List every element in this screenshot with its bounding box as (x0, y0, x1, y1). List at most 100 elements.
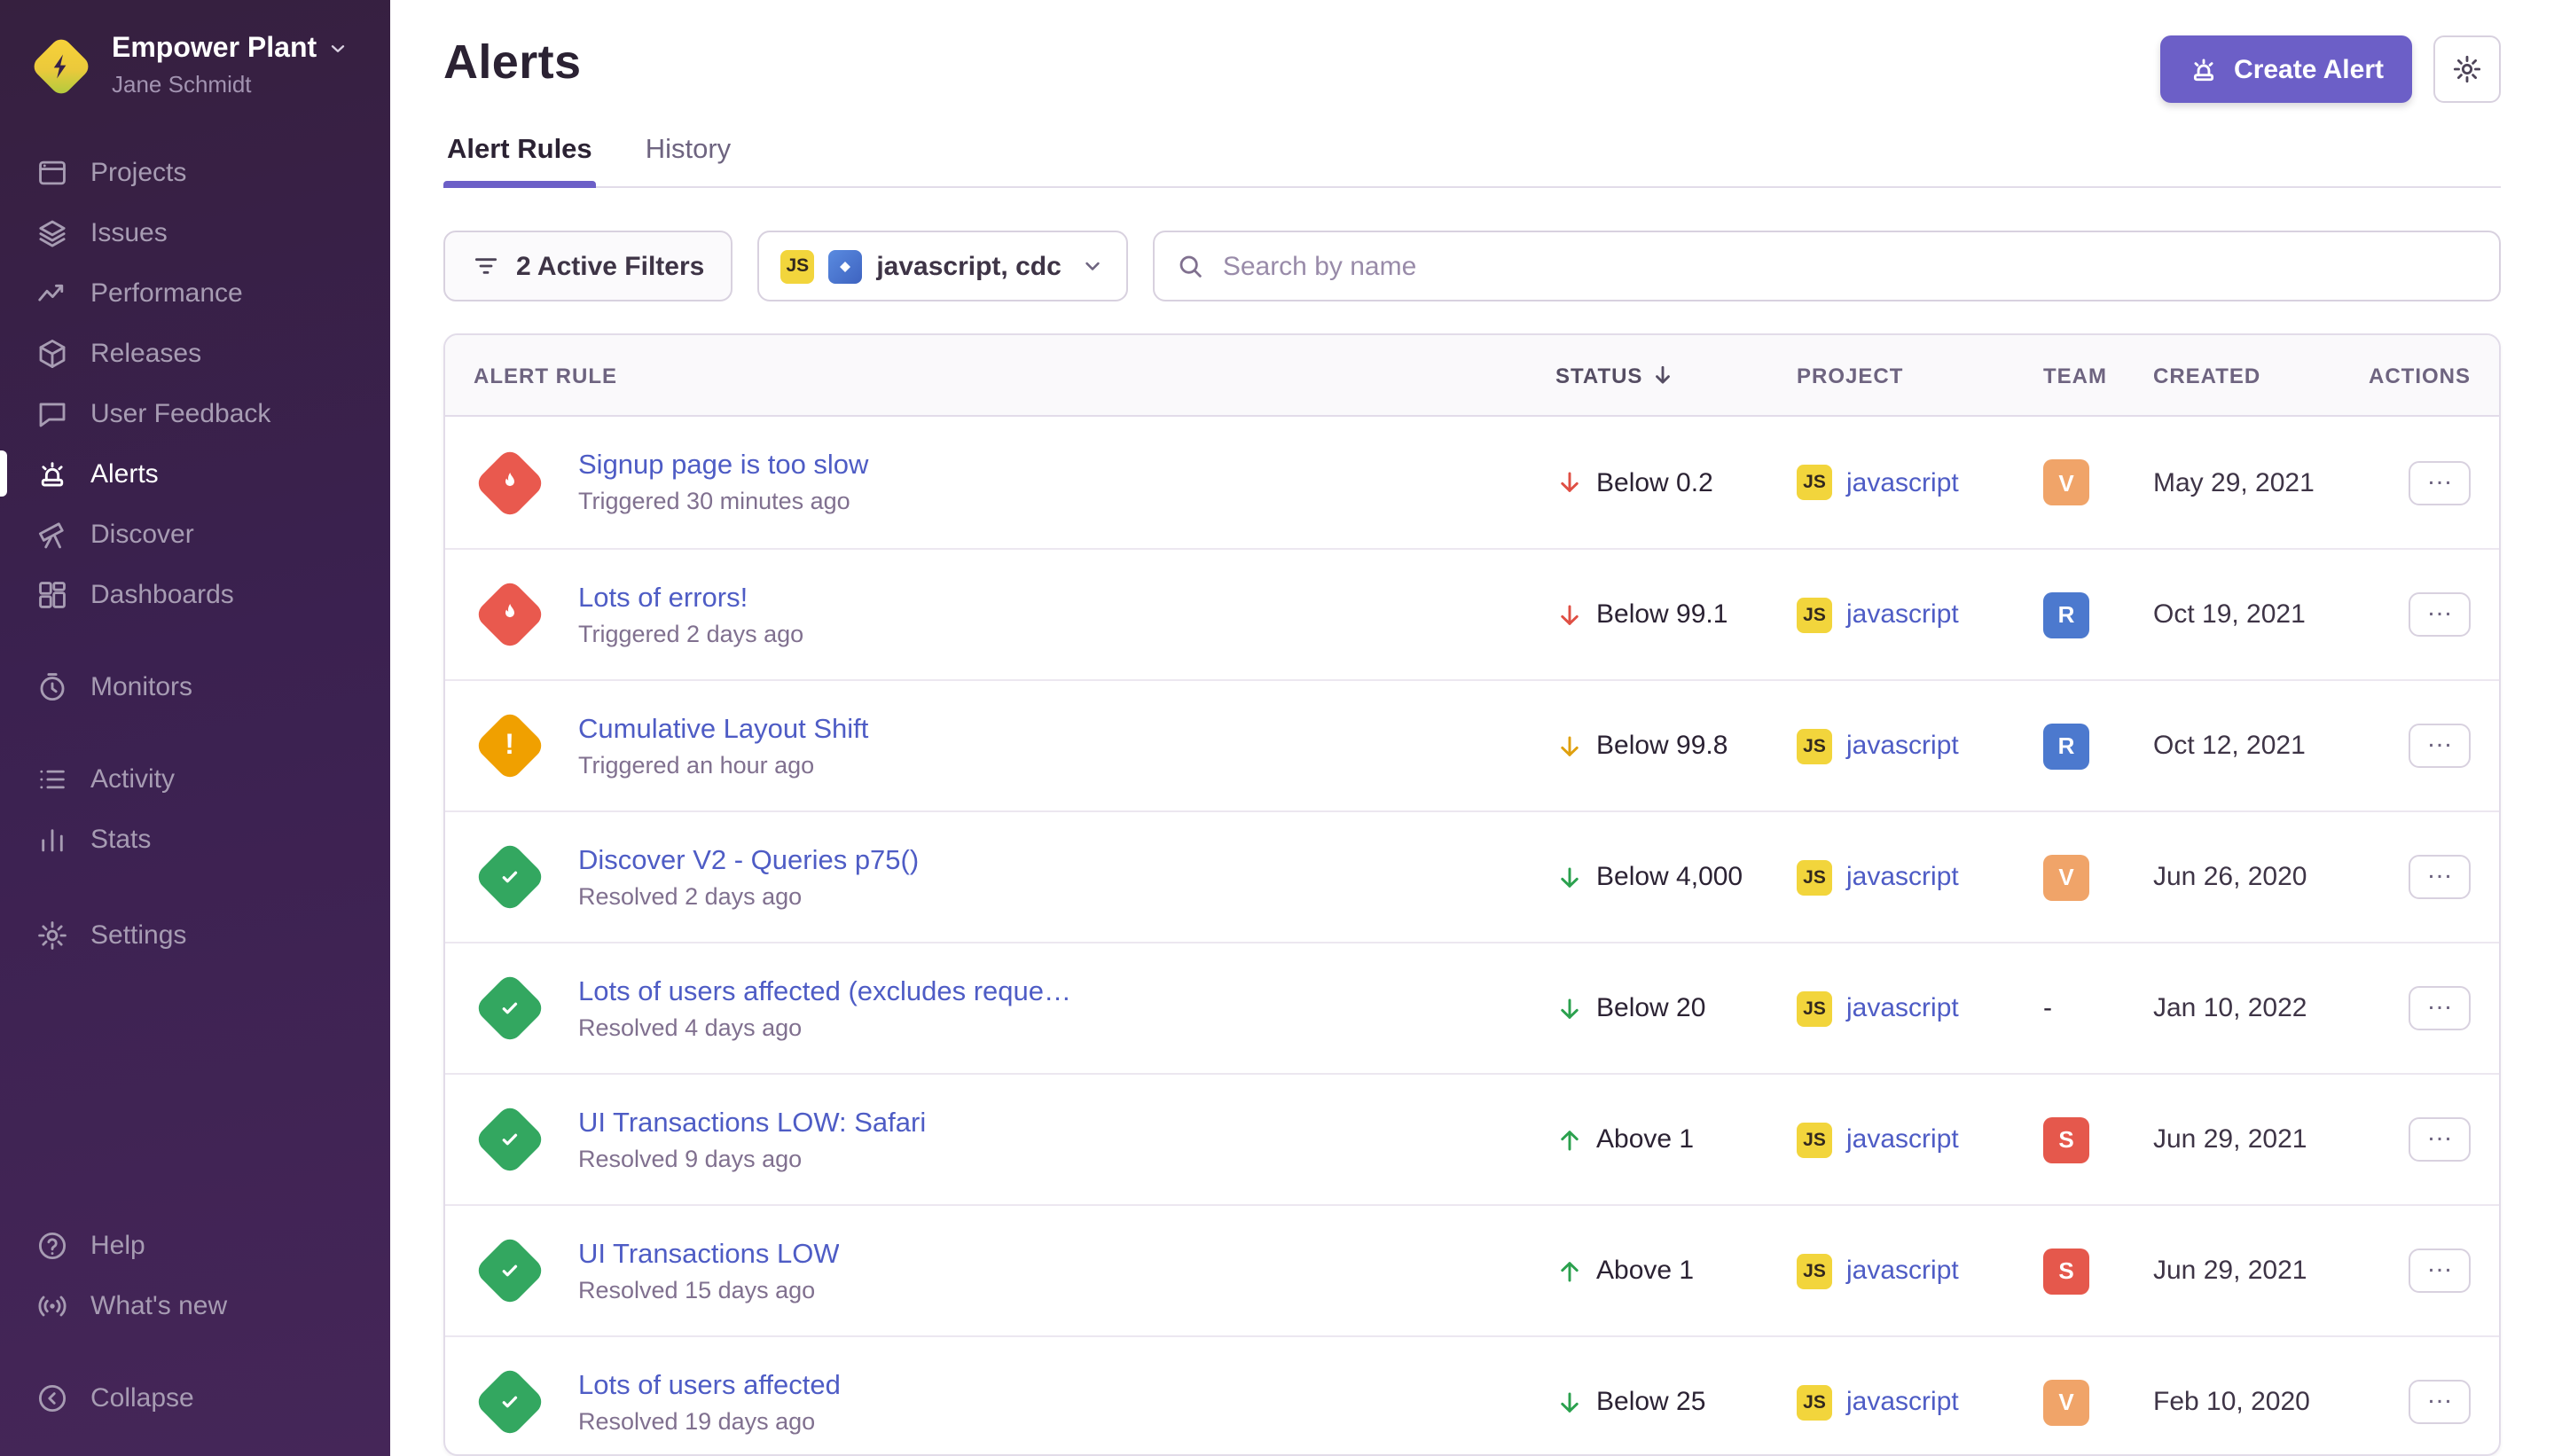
alert-rule-link[interactable]: Cumulative Layout Shift (578, 714, 868, 746)
row-actions-button[interactable]: … (2409, 1380, 2471, 1424)
sidebar-item-projects[interactable]: Projects (0, 142, 390, 202)
threshold-arrow-icon (1555, 468, 1584, 497)
create-alert-button[interactable]: Create Alert (2159, 35, 2412, 103)
row-actions-button[interactable]: … (2409, 986, 2471, 1030)
project-link[interactable]: javascript (1846, 1124, 1959, 1155)
sidebar-item-monitors[interactable]: Monitors (0, 656, 390, 716)
alert-rule-cell: ! Cumulative Layout Shift Triggered an h… (474, 714, 1555, 778)
sidebar-item-user-feedback[interactable]: User Feedback (0, 383, 390, 443)
alert-rule-cell: ! Lots of users affected (excludes reque… (474, 976, 1555, 1040)
column-header-project: Project (1797, 363, 2043, 387)
sidebar-item-releases[interactable]: Releases (0, 323, 390, 383)
sidebar-nav-primary: Projects Issues Performance Releases Use… (0, 142, 390, 624)
column-header-status[interactable]: Status (1555, 363, 1797, 387)
project-cell: JS javascript (1797, 859, 2043, 895)
sidebar-item-label: Alerts (90, 458, 159, 489)
alert-rule-text: Lots of errors! Triggered 2 days ago (578, 583, 803, 646)
row-actions-button[interactable]: … (2409, 460, 2471, 505)
project-link[interactable]: javascript (1846, 862, 1959, 892)
javascript-platform-icon: JS (1797, 859, 1832, 895)
project-link[interactable]: javascript (1846, 1256, 1959, 1286)
sidebar-item-activity[interactable]: Activity (0, 748, 390, 809)
sidebar-item-label: Discover (90, 519, 194, 549)
alert-rule-link[interactable]: Discover V2 - Queries p75() (578, 845, 919, 877)
project-link[interactable]: javascript (1846, 1387, 1959, 1417)
sidebar-item-issues[interactable]: Issues (0, 202, 390, 262)
sidebar-item-label: Performance (90, 278, 243, 308)
search-icon (1177, 252, 1205, 280)
check-icon (497, 1126, 523, 1153)
alert-rule-text: UI Transactions LOW Resolved 15 days ago (578, 1239, 840, 1303)
alert-rule-link[interactable]: Lots of users affected (excludes reque… (578, 976, 1071, 1008)
alert-rule-link[interactable]: Lots of users affected (578, 1370, 841, 1402)
project-link[interactable]: javascript (1846, 599, 1959, 630)
alerts-settings-button[interactable] (2433, 35, 2501, 103)
sidebar-item-discover[interactable]: Discover (0, 504, 390, 564)
status-value: Above 1 (1596, 1124, 1694, 1155)
alert-rule-subtitle: Triggered 30 minutes ago (578, 488, 868, 514)
created-date: Jan 10, 2022 (2153, 993, 2345, 1023)
alert-rule-link[interactable]: Signup page is too slow (578, 450, 868, 482)
column-header-status-label: Status (1555, 363, 1642, 387)
project-link[interactable]: javascript (1846, 731, 1959, 761)
sort-descending-icon (1651, 364, 1674, 387)
threshold-arrow-icon (1555, 732, 1584, 760)
project-link[interactable]: javascript (1846, 993, 1959, 1023)
sidebar-item-collapse[interactable]: Collapse (0, 1367, 390, 1428)
status-cell: Above 1 (1555, 1124, 1797, 1155)
alert-rule-subtitle: Triggered 2 days ago (578, 620, 803, 646)
table-row: ! Discover V2 - Queries p75() Resolved 2… (445, 810, 2499, 942)
search-field (1154, 231, 2501, 301)
alert-rule-text: Lots of users affected (excludes reque… … (578, 976, 1071, 1040)
actions-cell: … (2345, 986, 2471, 1030)
sidebar-item-help[interactable]: Help (0, 1215, 390, 1275)
alert-rule-link[interactable]: UI Transactions LOW: Safari (578, 1108, 926, 1139)
row-actions-button[interactable]: … (2409, 855, 2471, 899)
row-actions-button[interactable]: … (2409, 724, 2471, 768)
created-date: Jun 29, 2021 (2153, 1256, 2345, 1286)
sidebar-item-label: User Feedback (90, 398, 270, 428)
tab-alert-rules[interactable]: Alert Rules (443, 135, 596, 186)
sidebar-nav-monitors: Monitors (0, 656, 390, 716)
team-avatar: V (2043, 854, 2089, 900)
sidebar-nav-settings: Settings (0, 904, 390, 965)
javascript-platform-icon: JS (1797, 990, 1832, 1026)
sidebar-item-label: Dashboards (90, 579, 234, 609)
created-date: May 29, 2021 (2153, 467, 2345, 497)
status-cell: Below 99.1 (1555, 599, 1797, 630)
status-cell: Below 0.2 (1555, 467, 1797, 497)
alert-rule-link[interactable]: Lots of errors! (578, 583, 803, 614)
alert-rules-table: Alert Rule Status Project Team Created A… (443, 333, 2501, 1456)
table-row: ! UI Transactions LOW: Safari Resolved 9… (445, 1073, 2499, 1204)
threshold-arrow-icon (1555, 600, 1584, 629)
sidebar-item-label: Activity (90, 763, 175, 794)
sidebar-item-what-s-new[interactable]: What's new (0, 1275, 390, 1335)
alert-rule-link[interactable]: UI Transactions LOW (578, 1239, 840, 1271)
tab-history[interactable]: History (642, 135, 734, 186)
org-switcher[interactable]: Empower Plant Jane Schmidt (0, 32, 390, 99)
team-avatar: R (2043, 591, 2089, 638)
row-actions-button[interactable]: … (2409, 1249, 2471, 1293)
threshold-arrow-icon (1555, 994, 1584, 1022)
project-link[interactable]: javascript (1846, 467, 1959, 497)
sidebar-item-stats[interactable]: Stats (0, 809, 390, 869)
user-feedback-icon (35, 396, 69, 430)
row-actions-button[interactable]: … (2409, 592, 2471, 637)
sidebar-item-settings[interactable]: Settings (0, 904, 390, 965)
project-filter-dropdown[interactable]: JS javascript, cdc (757, 231, 1128, 301)
active-filters-button[interactable]: 2 Active Filters (443, 231, 733, 301)
search-input[interactable] (1154, 231, 2501, 301)
alert-rule-cell: ! Lots of users affected Resolved 19 day… (474, 1370, 1555, 1434)
row-actions-button[interactable]: … (2409, 1117, 2471, 1162)
collapse-icon (35, 1381, 69, 1414)
sidebar-item-label: Releases (90, 338, 201, 368)
sidebar-item-performance[interactable]: Performance (0, 262, 390, 323)
sidebar-item-alerts[interactable]: Alerts (0, 443, 390, 504)
chevron-down-icon (1081, 254, 1106, 278)
table-row: ! Lots of users affected Resolved 19 day… (445, 1335, 2499, 1456)
status-cell: Below 25 (1555, 1387, 1797, 1417)
created-date: Jun 29, 2021 (2153, 1124, 2345, 1155)
actions-cell: … (2345, 1117, 2471, 1162)
sidebar: Empower Plant Jane Schmidt Projects Issu… (0, 0, 390, 1456)
sidebar-item-dashboards[interactable]: Dashboards (0, 564, 390, 624)
